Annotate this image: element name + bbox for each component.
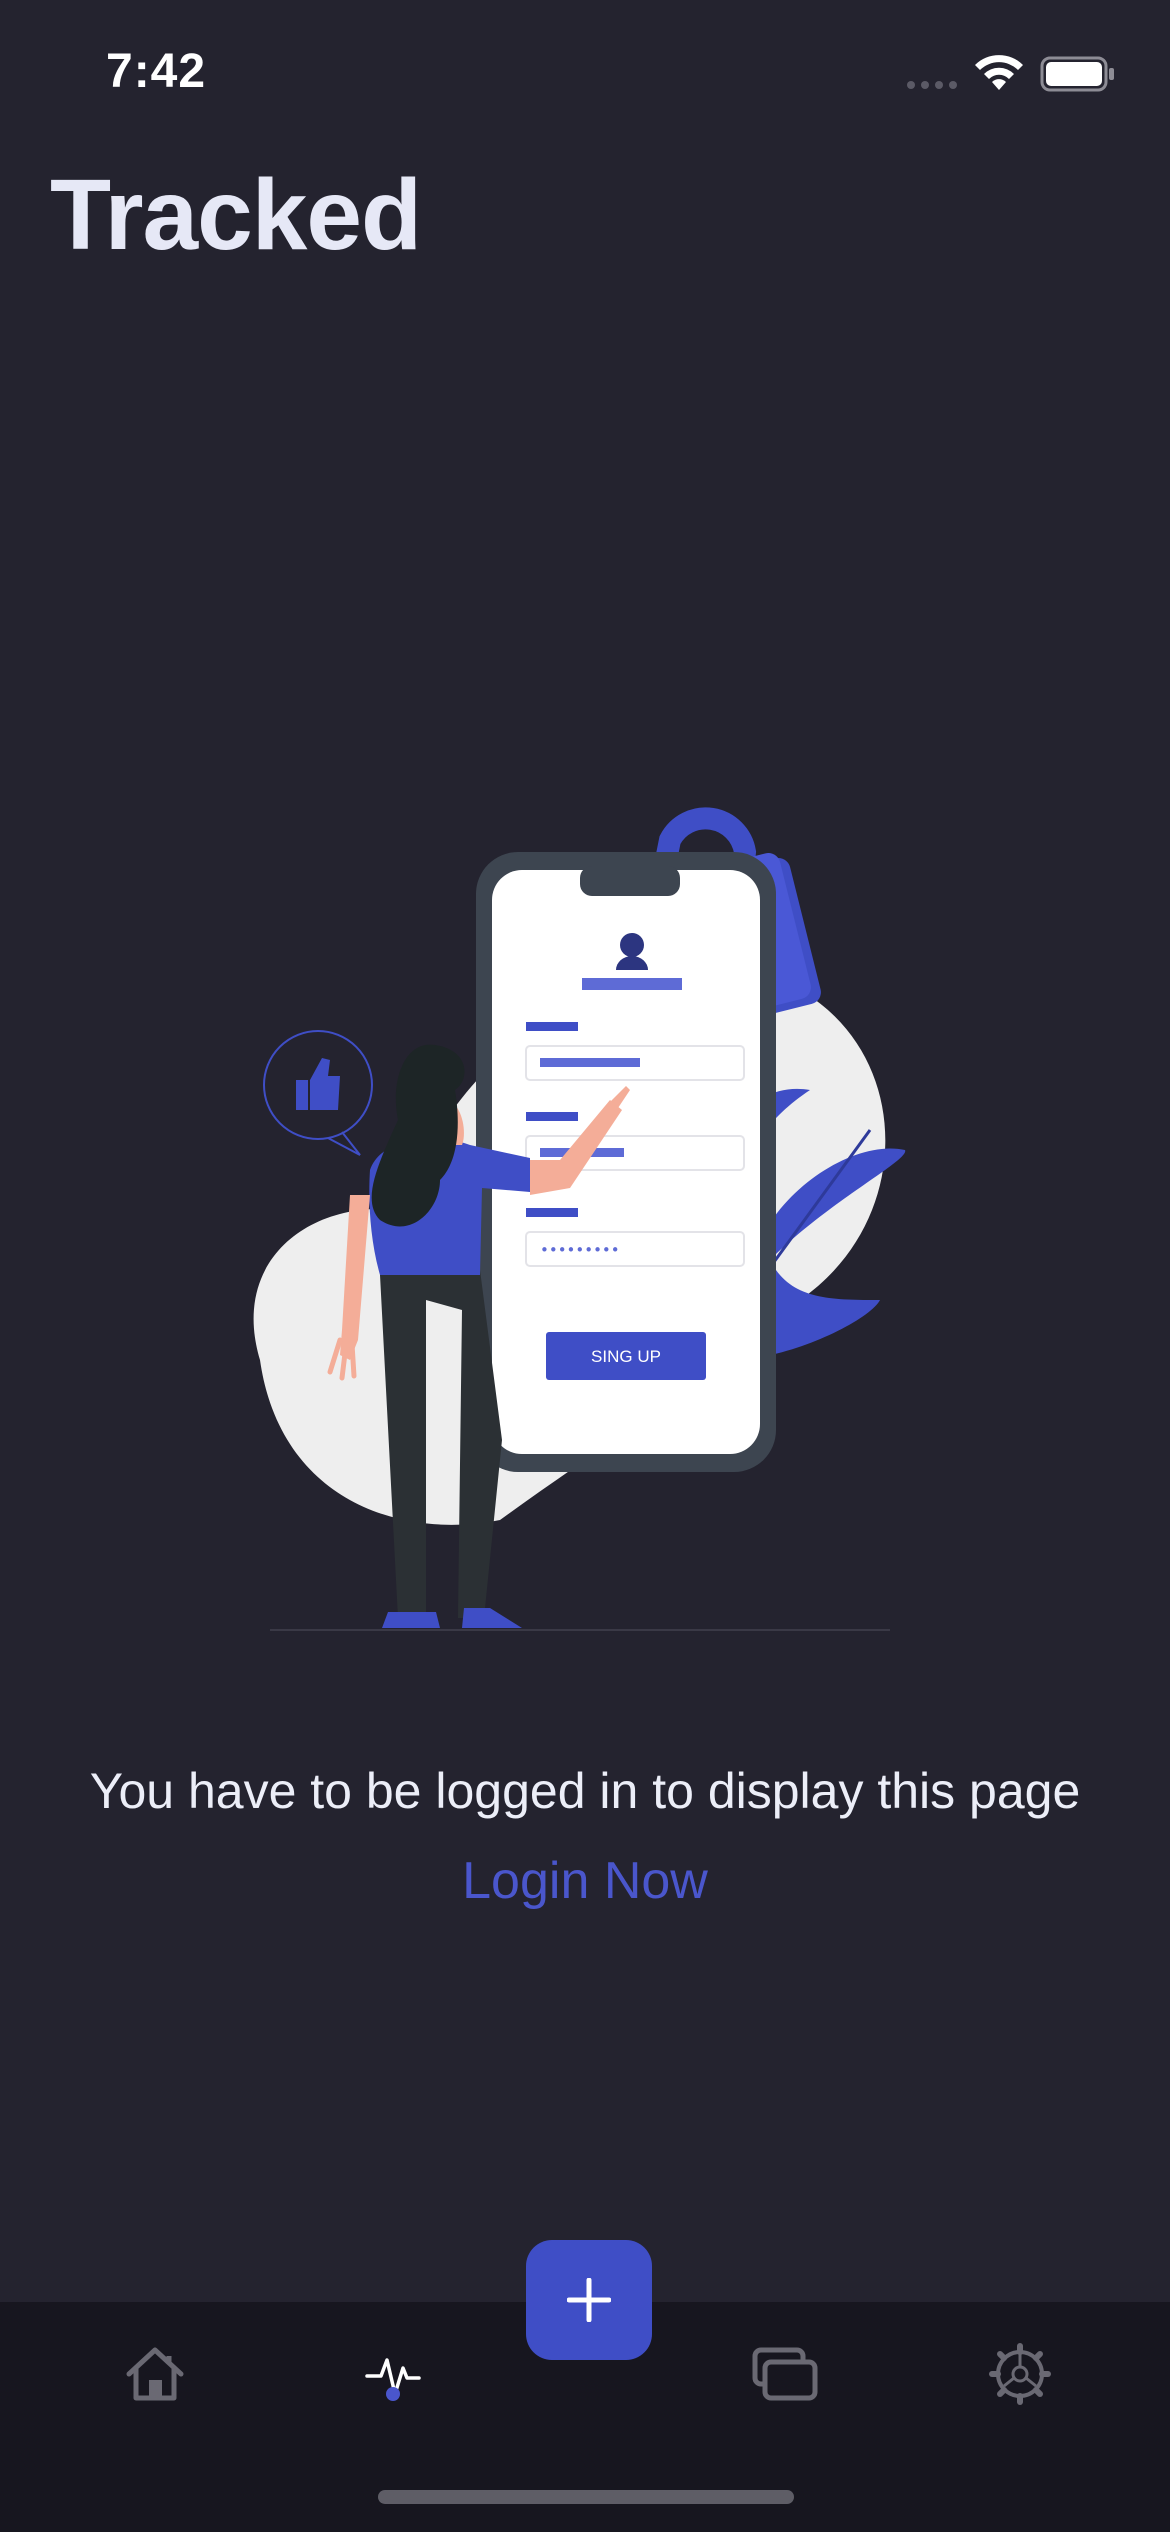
- login-illustration: ••••••••• SING UP: [253, 807, 906, 1631]
- home-icon: [126, 2347, 184, 2401]
- cellular-signal-icon: [907, 81, 957, 89]
- password-mask: •••••••••: [540, 1241, 620, 1259]
- cards-icon: [752, 2347, 818, 2401]
- settings-icon: [989, 2343, 1051, 2405]
- thumbs-up-icon: [263, 1030, 373, 1156]
- status-bar: 7:42: [0, 0, 1170, 150]
- tab-settings[interactable]: [960, 2314, 1080, 2434]
- plus-icon: [567, 2278, 611, 2322]
- login-required-message: You have to be logged in to display this…: [89, 1763, 1081, 1819]
- active-tab-indicator: [386, 2387, 400, 2401]
- page-title: Tracked: [50, 159, 422, 271]
- tab-cards[interactable]: [725, 2314, 845, 2434]
- add-button[interactable]: [526, 2240, 652, 2360]
- home-indicator: [378, 2490, 794, 2504]
- tab-home[interactable]: [95, 2314, 215, 2434]
- battery-icon: [1040, 56, 1114, 92]
- login-now-link[interactable]: Login Now: [0, 1846, 1170, 1916]
- signup-label: SING UP: [591, 1347, 661, 1366]
- wifi-icon: [975, 55, 1023, 90]
- tab-activity[interactable]: [333, 2314, 453, 2434]
- status-time: 7:42: [106, 45, 207, 98]
